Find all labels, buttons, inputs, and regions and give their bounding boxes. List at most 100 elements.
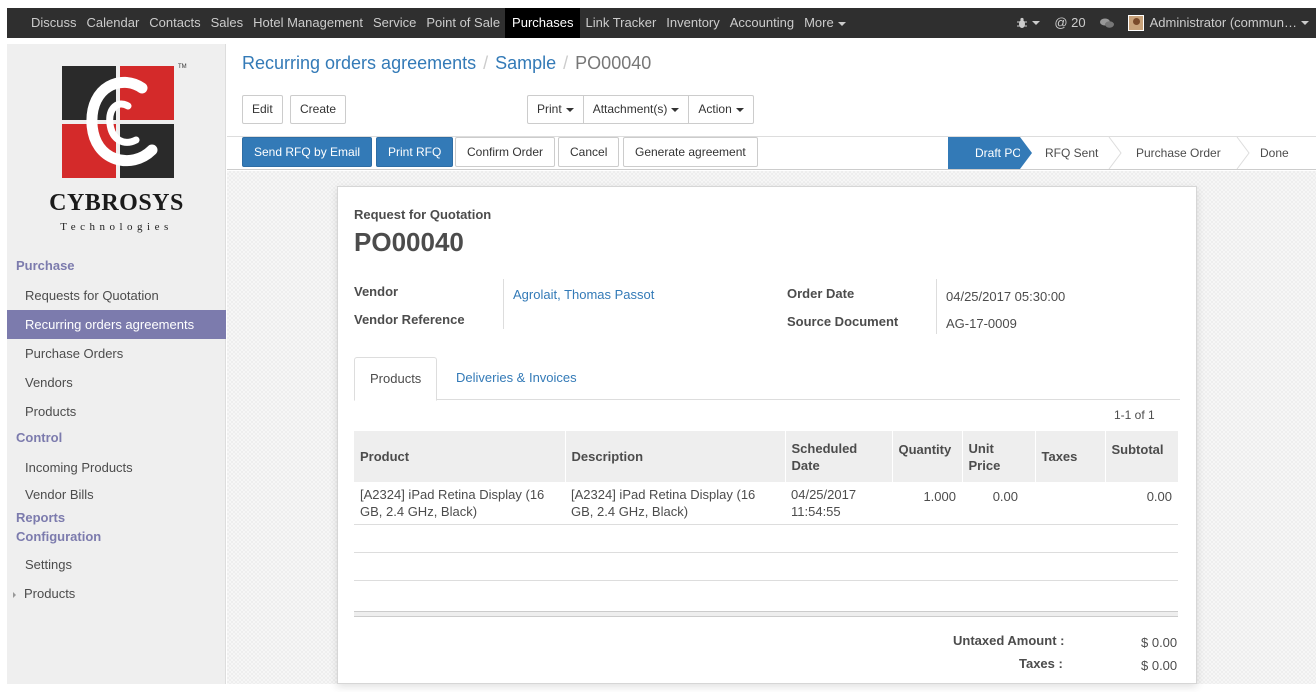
app-menu-bar: Discuss Calendar Contacts Sales Hotel Ma… <box>7 8 1316 38</box>
menu-more[interactable]: More <box>799 8 851 38</box>
tab-deliveries-invoices[interactable]: Deliveries & Invoices <box>441 357 592 400</box>
menu-calendar[interactable]: Calendar <box>82 8 145 38</box>
breadcrumb-separator: / <box>563 53 569 73</box>
taxes-value: $ 0.00 <box>1141 658 1178 673</box>
menu-discuss[interactable]: Discuss <box>26 8 82 38</box>
top-navbar: Discuss Calendar Contacts Sales Hotel Ma… <box>0 0 1316 44</box>
bug-icon <box>1017 17 1028 28</box>
cell-line: 04/25/2017 <box>791 486 857 502</box>
cell-line: GB, 2.4 GHz, Black) <box>360 503 478 519</box>
cell-taxes <box>1035 482 1105 525</box>
menu-contacts[interactable]: Contacts <box>144 8 205 38</box>
header-line: Date <box>791 457 820 473</box>
print-rfq-button[interactable]: Print RFQ <box>376 137 454 167</box>
stage-purchase-order[interactable]: Purchase Order <box>1136 137 1221 169</box>
user-name: Administrator (commun… <box>1149 15 1297 30</box>
sidebar-item-config-products[interactable]: Products <box>7 579 226 608</box>
edit-button[interactable]: Edit <box>242 95 283 124</box>
cell-subtotal: 0.00 <box>1105 482 1178 525</box>
order-date-label: Order Date <box>787 286 855 301</box>
sidebar-section-purchase[interactable]: Purchase <box>7 256 226 275</box>
print-dropdown[interactable]: Print <box>527 95 584 124</box>
cell-unit-price: 0.00 <box>962 482 1035 525</box>
sidebar-item-vendor-bills[interactable]: Vendor Bills <box>7 482 226 508</box>
debug-menu[interactable] <box>1009 8 1047 38</box>
stage-arrow <box>1020 137 1032 169</box>
sidebar-nav: Purchase Requests for Quotation Recurrin… <box>7 256 226 608</box>
sidebar-item-purchase-orders[interactable]: Purchase Orders <box>7 339 226 368</box>
sidebar-section-control[interactable]: Control <box>7 428 226 447</box>
chevron-down-icon <box>1032 21 1041 25</box>
cybrosys-logo-icon <box>62 66 174 178</box>
empty-row <box>354 524 1178 553</box>
sidebar-item-requests-for-quotation[interactable]: Requests for Quotation <box>7 281 226 310</box>
header-line: Scheduled <box>791 440 858 456</box>
menu-sales[interactable]: Sales <box>206 8 249 38</box>
user-menu[interactable]: Administrator (commun… <box>1121 8 1316 38</box>
send-rfq-by-email-button[interactable]: Send RFQ by Email <box>242 137 373 167</box>
column-quantity[interactable]: Quantity <box>891 431 962 482</box>
vendor-link[interactable]: Agrolait, Thomas Passot <box>513 287 654 302</box>
menu-purchases[interactable]: Purchases <box>505 8 581 38</box>
header-line: Price <box>968 457 1001 473</box>
menu-accounting[interactable]: Accounting <box>725 8 799 38</box>
sidebar-item-label: Products <box>24 586 76 601</box>
sidebar-section-reports[interactable]: Reports <box>7 508 226 527</box>
sidebar-item-products[interactable]: Products <box>7 397 226 426</box>
menu-point-of-sale[interactable]: Point of Sale <box>421 8 505 38</box>
sidebar-item-recurring-orders-agreements[interactable]: Recurring orders agreements <box>7 310 226 339</box>
table-row[interactable]: [A2324] iPad Retina Display (16 GB, 2.4 G… <box>354 482 1178 525</box>
app-menu: Discuss Calendar Contacts Sales Hotel Ma… <box>7 8 851 38</box>
create-button[interactable]: Create <box>290 95 347 124</box>
notebook-tabs: Products Deliveries & Invoices <box>354 357 1180 401</box>
sidebar-section-configuration[interactable]: Configuration <box>7 527 226 546</box>
sidebar-item-vendors[interactable]: Vendors <box>7 368 226 397</box>
menu-hotel-management[interactable]: Hotel Management <box>248 8 368 38</box>
cell-product: [A2324] iPad Retina Display (16 GB, 2.4 G… <box>354 482 565 525</box>
breadcrumb-separator: / <box>483 53 489 73</box>
column-subtotal[interactable]: Subtotal <box>1104 431 1178 482</box>
stage-done[interactable]: Done <box>1260 137 1289 169</box>
chat-bubbles-icon <box>1099 18 1114 28</box>
pager[interactable]: 1-1 of 1 <box>1114 408 1155 422</box>
empty-cell <box>354 552 1178 581</box>
menu-link-tracker[interactable]: Link Tracker <box>580 8 661 38</box>
menu-service[interactable]: Service <box>368 8 421 38</box>
source-document-label: Source Document <box>787 314 899 329</box>
sidebar-item-settings[interactable]: Settings <box>7 550 226 579</box>
stage-separator <box>1108 137 1122 169</box>
menu-inventory[interactable]: Inventory <box>661 8 724 38</box>
column-product[interactable]: Product <box>354 431 565 482</box>
company-logo[interactable]: TM CYBROSYS Technologies <box>7 44 226 244</box>
control-panel: Recurring orders agreements / Sample / PO000… <box>227 44 1316 137</box>
mentions-counter[interactable]: @ 20 <box>1047 8 1092 38</box>
column-description[interactable]: Description <box>564 431 785 482</box>
untaxed-amount-label: Untaxed Amount : <box>953 633 1065 648</box>
column-taxes[interactable]: Taxes <box>1034 431 1105 482</box>
chevron-down-icon <box>837 21 846 26</box>
form-statusbar: Send RFQ by Email Print RFQ Confirm Orde… <box>227 137 1316 170</box>
attachments-dropdown[interactable]: Attachment(s) <box>582 95 690 124</box>
stage-separator <box>1236 137 1250 169</box>
confirm-order-button[interactable]: Confirm Order <box>455 137 556 167</box>
stage-rfq-sent[interactable]: RFQ Sent <box>1045 137 1098 169</box>
cell-quantity: 1.000 <box>892 482 962 525</box>
chat-button[interactable] <box>1093 8 1121 38</box>
logo-company-subtitle: Technologies <box>60 221 173 233</box>
generate-agreement-button[interactable]: Generate agreement <box>623 137 758 167</box>
tab-products[interactable]: Products <box>354 357 438 401</box>
chevron-right-icon <box>13 591 16 598</box>
column-unit-price[interactable]: Unit Price <box>961 431 1035 482</box>
breadcrumb-sample[interactable]: Sample <box>495 53 556 73</box>
column-scheduled-date[interactable]: Scheduled Date <box>784 431 892 482</box>
sidebar-item-incoming-products[interactable]: Incoming Products <box>7 453 226 482</box>
stage-draft-po[interactable]: Draft PO <box>948 137 1022 169</box>
breadcrumb-recurring-orders[interactable]: Recurring orders agreements <box>242 53 476 73</box>
breadcrumb: Recurring orders agreements / Sample / PO000… <box>242 53 651 74</box>
order-date-value: 04/25/2017 05:30:00 <box>946 289 1066 304</box>
empty-cell <box>354 524 1178 553</box>
cancel-button[interactable]: Cancel <box>558 137 620 167</box>
taxes-label: Taxes : <box>1019 656 1063 671</box>
breadcrumb-current: PO00040 <box>575 53 652 73</box>
action-dropdown[interactable]: Action <box>688 95 754 124</box>
